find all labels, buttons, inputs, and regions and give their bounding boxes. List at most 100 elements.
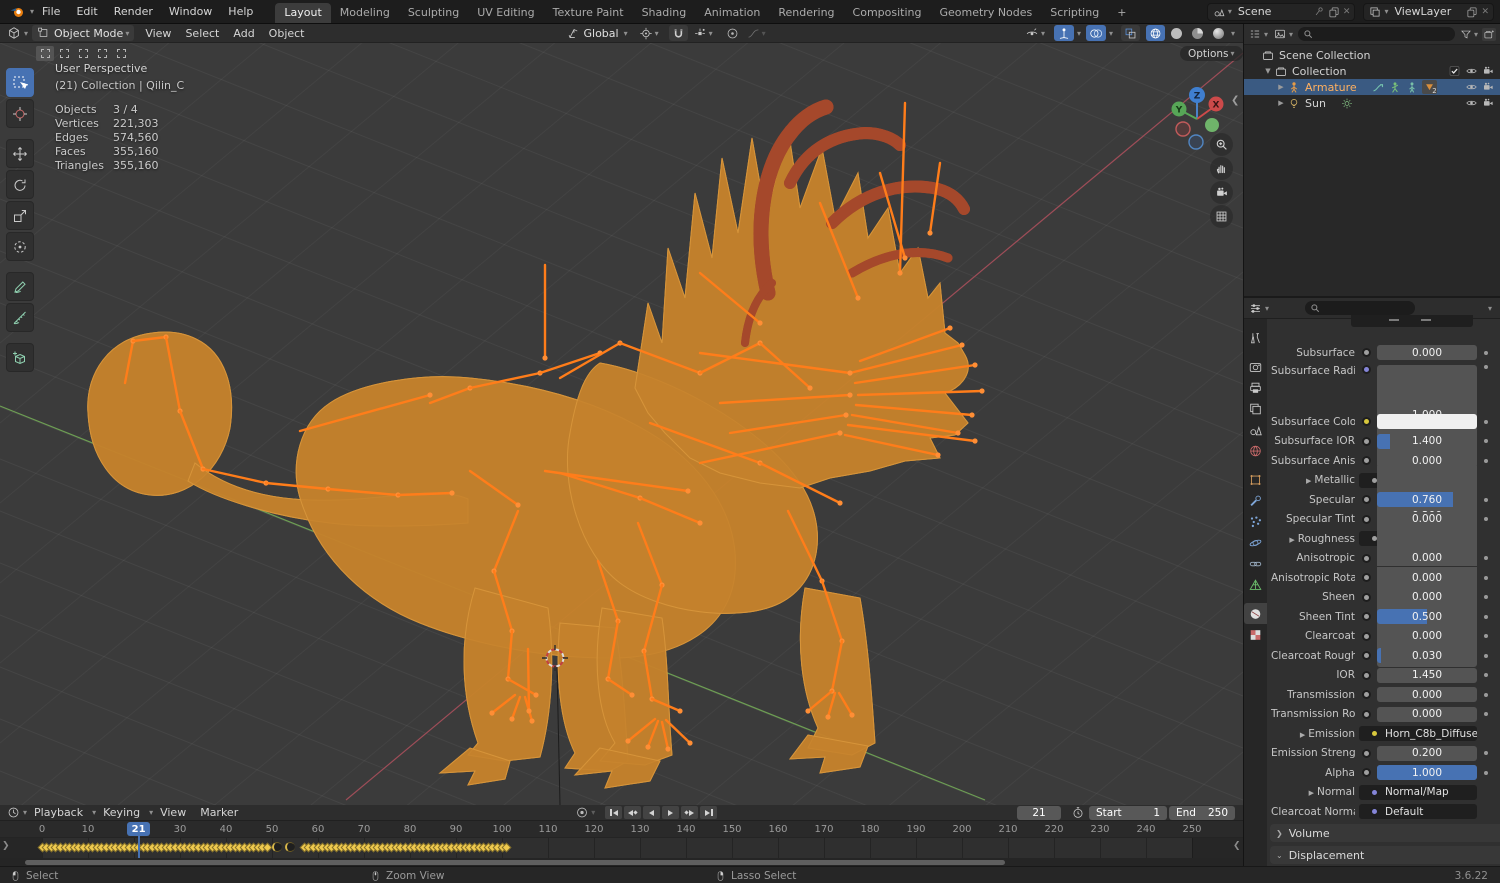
- select-mode-subtract[interactable]: [74, 46, 92, 61]
- expand-arrow-icon[interactable]: ▶: [1306, 477, 1311, 485]
- menu-window[interactable]: Window: [161, 0, 220, 24]
- select-mode-intersect[interactable]: [112, 46, 130, 61]
- viewlayer-name[interactable]: ViewLayer: [1388, 5, 1466, 18]
- animate-dot-button[interactable]: [1359, 748, 1373, 758]
- slider-field[interactable]: 0.000: [1377, 511, 1477, 527]
- ortho-toggle-button[interactable]: [1210, 205, 1233, 228]
- select-mode-extend[interactable]: [55, 46, 73, 61]
- disable-render-camera-icon[interactable]: [1482, 65, 1495, 77]
- workspace-tab-animation[interactable]: Animation: [695, 3, 769, 23]
- slider-field[interactable]: 0.000: [1377, 570, 1477, 585]
- properties-tab-view-layer[interactable]: [1244, 398, 1267, 419]
- workspace-tab-compositing[interactable]: Compositing: [844, 3, 931, 23]
- workspace-tab-modeling[interactable]: Modeling: [331, 3, 399, 23]
- outliner-item-label[interactable]: Collection: [1292, 65, 1346, 78]
- pin-icon[interactable]: [1314, 6, 1325, 17]
- measure-tool[interactable]: [6, 303, 34, 332]
- xray-toggle[interactable]: [1120, 25, 1140, 41]
- select-mode-invert[interactable]: [93, 46, 111, 61]
- animate-dot-button[interactable]: [1359, 631, 1373, 641]
- properties-tab-world[interactable]: [1244, 440, 1267, 461]
- snap-toggle-button[interactable]: [668, 25, 688, 41]
- workspace-tab-scripting[interactable]: Scripting: [1041, 3, 1108, 23]
- slider-field[interactable]: 0.760: [1377, 492, 1477, 507]
- menu-edit[interactable]: Edit: [68, 0, 105, 24]
- expand-arrow-icon[interactable]: ▶: [1309, 789, 1314, 797]
- box-select-tool[interactable]: [6, 68, 34, 97]
- properties-tab-scene[interactable]: [1244, 419, 1267, 440]
- sidebar-toggle-arrow[interactable]: ❮: [1231, 95, 1239, 106]
- zoom-view-button[interactable]: [1210, 133, 1233, 156]
- animate-dot-button[interactable]: [1359, 592, 1373, 602]
- viewport-menu-object[interactable]: Object: [262, 24, 312, 43]
- animate-dot-button[interactable]: [1359, 651, 1373, 660]
- outliner-row-sun[interactable]: ▶ Sun: [1244, 95, 1500, 111]
- keyframe-moon-marker[interactable]: [285, 842, 296, 852]
- pan-view-button[interactable]: [1210, 157, 1233, 180]
- slider-field[interactable]: 0.200: [1377, 745, 1477, 761]
- current-frame-field[interactable]: 21: [1017, 805, 1061, 820]
- animate-dot-button[interactable]: [1359, 768, 1373, 777]
- unlink-scene-icon[interactable]: ✕: [1343, 7, 1351, 17]
- timeline-menu-view[interactable]: View: [153, 805, 193, 821]
- disclosure-arrow-icon[interactable]: ▶: [1276, 83, 1286, 91]
- jump-to-start-button[interactable]: [605, 806, 623, 819]
- properties-tab-particles[interactable]: [1244, 511, 1267, 532]
- viewport-menu-add[interactable]: Add: [226, 24, 261, 43]
- decorate-dot[interactable]: [1484, 517, 1488, 521]
- properties-tab-material[interactable]: [1244, 603, 1267, 624]
- properties-tab-texture[interactable]: [1244, 624, 1267, 645]
- disclosure-arrow-icon[interactable]: ▼: [1263, 67, 1273, 75]
- snap-target-button[interactable]: ▾: [690, 25, 716, 41]
- workspace-tab-sculpting[interactable]: Sculpting: [399, 3, 468, 23]
- viewport-menu-select[interactable]: Select: [178, 24, 226, 43]
- decorate-dot[interactable]: [1484, 575, 1488, 580]
- outliner-filter-type-icon[interactable]: [1273, 28, 1287, 40]
- properties-editor-icon[interactable]: [1248, 302, 1263, 315]
- slider-field[interactable]: 0.500: [1377, 609, 1477, 624]
- shading-material-button[interactable]: [1188, 25, 1207, 41]
- outliner-item-label[interactable]: Scene Collection: [1279, 49, 1370, 62]
- slider-field[interactable]: 1.400: [1377, 433, 1477, 449]
- animate-dot-button[interactable]: [1359, 348, 1373, 357]
- editor-type-icon[interactable]: [6, 26, 22, 40]
- workspace-tab-layout[interactable]: Layout: [275, 2, 331, 23]
- pivot-point-button[interactable]: ▾: [636, 25, 662, 41]
- selectable-checkbox[interactable]: [1448, 65, 1461, 77]
- animate-dot-button[interactable]: [1359, 514, 1373, 524]
- decorate-dot[interactable]: [1484, 497, 1488, 502]
- outliner-search-input[interactable]: [1298, 27, 1455, 41]
- move-tool[interactable]: [6, 139, 34, 168]
- timeline-menu-keying[interactable]: Keying: [96, 805, 147, 821]
- hide-eye-icon[interactable]: [1465, 81, 1478, 93]
- animate-dot-button[interactable]: [1359, 495, 1373, 504]
- play-button[interactable]: [662, 806, 680, 819]
- overlays-toggle[interactable]: [1085, 25, 1106, 41]
- animate-dot-button[interactable]: [1359, 456, 1373, 465]
- workspace-tab-rendering[interactable]: Rendering: [769, 3, 843, 23]
- playhead[interactable]: 21: [127, 822, 151, 836]
- 3d-viewport[interactable]: User Perspective (21) Collection | Qilin…: [0, 43, 1243, 805]
- add-cube-tool[interactable]: [6, 343, 34, 372]
- outliner-item-label[interactable]: Sun: [1305, 97, 1326, 110]
- animate-dot-button[interactable]: [1367, 787, 1381, 797]
- timeline-scrollbar-thumb[interactable]: [25, 859, 1005, 865]
- timeline-editor-icon[interactable]: [6, 806, 21, 819]
- decorate-dot[interactable]: [1484, 556, 1488, 560]
- decorate-dot[interactable]: [1484, 439, 1488, 443]
- slider-field[interactable]: 0.030: [1377, 648, 1477, 663]
- scene-selector[interactable]: ▾ Scene ✕: [1206, 2, 1356, 21]
- jump-to-end-button[interactable]: [700, 806, 718, 819]
- transform-tool[interactable]: [6, 232, 34, 261]
- panel-header-volume[interactable]: ❯Volume∷∷: [1270, 824, 1500, 842]
- disclosure-arrow-icon[interactable]: ▶: [1276, 99, 1286, 107]
- timeline-menu-marker[interactable]: Marker: [193, 805, 245, 821]
- outliner-item-label[interactable]: Armature: [1305, 81, 1357, 94]
- animate-dot-button[interactable]: [1359, 709, 1373, 719]
- timeline-keyframe-area[interactable]: [0, 838, 1243, 858]
- properties-tab-output[interactable]: [1244, 377, 1267, 398]
- properties-tab-render[interactable]: [1244, 356, 1267, 377]
- slider-field[interactable]: 0.000: [1377, 345, 1477, 360]
- proportional-edit-button[interactable]: [723, 25, 742, 41]
- decorate-dot[interactable]: [1484, 673, 1488, 677]
